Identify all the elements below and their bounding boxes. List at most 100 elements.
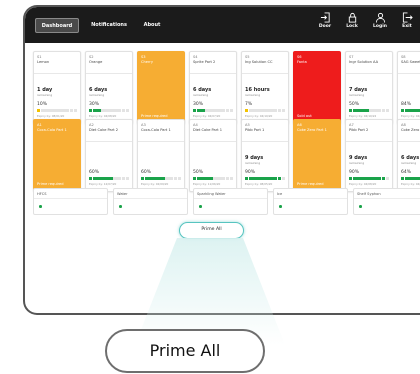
product-card[interactable]: A6 Coke Zero Part 1 Prime required bbox=[293, 119, 341, 192]
card-expiry: Expiry by: 08/01/20 bbox=[37, 114, 65, 118]
level-segment bbox=[157, 177, 161, 180]
level-segment bbox=[265, 177, 269, 180]
status-dot bbox=[279, 205, 282, 208]
product-card[interactable]: S2 Orange 6 days remaining 30% Expiry by: 04/… bbox=[85, 51, 133, 124]
card-remaining-label: remaining bbox=[245, 161, 261, 165]
card-slot-number: S2 bbox=[89, 55, 94, 59]
product-card[interactable]: A1 Coca-Cola Part 1 Prime required bbox=[33, 119, 81, 192]
card-header: A5 Pibb Part 1 bbox=[242, 120, 288, 142]
level-bar bbox=[245, 109, 286, 112]
level-segment bbox=[277, 177, 281, 180]
card-header: A1 Coca-Cola Part 1 bbox=[34, 120, 80, 142]
level-segment bbox=[369, 177, 373, 180]
level-segment bbox=[61, 109, 65, 112]
card-remaining-label: remaining bbox=[401, 161, 417, 165]
level-segment bbox=[213, 109, 217, 112]
level-segment bbox=[365, 177, 369, 180]
product-card[interactable]: A4 Diet Coke Part 1 50% Expiry by: 11/06/20 bbox=[189, 119, 237, 192]
card-product-name: Orange bbox=[89, 60, 103, 64]
level-segment bbox=[89, 177, 93, 180]
product-card[interactable]: A8Coke Zero Part 26 daysremaining64%Expi… bbox=[397, 119, 420, 192]
pump-label: HFCS bbox=[37, 192, 47, 196]
level-segment bbox=[97, 109, 101, 112]
card-slot-number: S5 bbox=[245, 55, 250, 59]
card-expiry: Expiry by: 11/06/20 bbox=[193, 182, 221, 186]
card-slot-number: A8 bbox=[401, 123, 406, 127]
card-remaining-label: remaining bbox=[193, 93, 209, 97]
exit-button[interactable]: Exit bbox=[394, 12, 420, 29]
level-segment bbox=[357, 109, 361, 112]
card-product-name: Lemon bbox=[37, 60, 50, 64]
level-segment bbox=[249, 177, 253, 180]
card-alert: Prime required bbox=[297, 182, 324, 186]
product-card[interactable]: A5 Pibb Part 19 days remaining 90% Expiry by… bbox=[241, 119, 289, 192]
card-percent: 50% bbox=[193, 170, 204, 175]
level-segment bbox=[405, 177, 409, 180]
product-card[interactable]: A3 Coca-Cola Part 1 60% Expiry by: 02/09/20 bbox=[137, 119, 185, 192]
lock-button[interactable]: Lock bbox=[339, 12, 365, 29]
door-label: Door bbox=[318, 24, 332, 29]
level-segment bbox=[373, 109, 377, 112]
divider bbox=[194, 198, 267, 199]
door-icon bbox=[320, 12, 330, 23]
status-dot bbox=[199, 205, 202, 208]
card-header: A4 Diet Coke Part 1 bbox=[190, 120, 236, 142]
level-segment bbox=[41, 109, 45, 112]
level-segment bbox=[413, 109, 417, 112]
pump-tile[interactable]: Shelf Syphon bbox=[353, 188, 420, 215]
level-segment bbox=[197, 177, 201, 180]
card-slot-number: S3 bbox=[141, 55, 146, 59]
pump-tile[interactable]: HFCS bbox=[33, 188, 108, 215]
card-remaining-label: remaining bbox=[245, 93, 261, 97]
product-card[interactable]: S3 Cherry Prime required bbox=[137, 51, 185, 124]
tab-about[interactable]: About bbox=[138, 18, 166, 33]
level-segment bbox=[45, 109, 49, 112]
card-slot-number: A7 bbox=[349, 123, 354, 127]
product-card[interactable]: A2 Diet Coke Part 2 60% Expiry by: 12/07/20 bbox=[85, 119, 133, 192]
prime-all-button[interactable]: Prime All bbox=[179, 222, 244, 239]
level-bar bbox=[401, 177, 420, 180]
product-card[interactable]: S6 Fanta Sold out bbox=[293, 51, 341, 124]
card-product-name: Coke Zero Part 2 bbox=[401, 128, 420, 132]
prime-all-button-zoomed[interactable]: Prime All bbox=[105, 329, 265, 373]
level-segment bbox=[217, 109, 221, 112]
product-card[interactable]: A7 Pibb Part 29 days remaining 90% Expiry by… bbox=[345, 119, 393, 192]
card-slot-number: A6 bbox=[297, 123, 302, 127]
tab-dashboard[interactable]: Dashboard bbox=[35, 18, 79, 33]
screen: Dashboard Notifications About Door Lock … bbox=[0, 0, 420, 374]
tab-notifications[interactable]: Notifications bbox=[87, 18, 131, 33]
product-card[interactable]: S8SAG Sweetener 84% Expiry by: 04/11/23 bbox=[397, 51, 420, 124]
pump-tile[interactable]: Sparkling Water bbox=[193, 188, 268, 215]
level-segment bbox=[245, 177, 249, 180]
level-segment bbox=[349, 109, 353, 112]
pump-label: Shelf Syphon bbox=[357, 192, 381, 196]
level-segment bbox=[377, 177, 381, 180]
pump-tile[interactable]: Ice bbox=[273, 188, 348, 215]
level-segment bbox=[381, 177, 385, 180]
level-segment bbox=[273, 109, 277, 112]
level-segment bbox=[53, 109, 57, 112]
product-card[interactable]: S7 Ingr Solution AA 7 days remaining 50% Expi… bbox=[345, 51, 393, 124]
level-segment bbox=[245, 109, 249, 112]
pump-tile[interactable]: Water bbox=[113, 188, 188, 215]
card-expiry: Expiry by: 04/07/20 bbox=[193, 114, 221, 118]
card-header: A7 Pibb Part 2 bbox=[346, 120, 392, 142]
card-header: S2 Orange bbox=[86, 52, 132, 74]
login-button[interactable]: Login bbox=[367, 12, 393, 29]
level-segment bbox=[261, 109, 265, 112]
level-bar bbox=[245, 177, 286, 180]
product-card[interactable]: S4 Sprite Part 26 days remaining 30% Expiry … bbox=[189, 51, 237, 124]
card-product-name: Pibb Part 2 bbox=[349, 128, 369, 132]
level-segment bbox=[229, 177, 234, 180]
level-segment bbox=[125, 109, 130, 112]
level-segment bbox=[277, 109, 281, 112]
level-segment bbox=[113, 177, 117, 180]
door-button[interactable]: Door bbox=[312, 12, 338, 29]
product-card[interactable]: S1 Lemon 1 day remaining 10% Expiry by: 08/01… bbox=[33, 51, 81, 124]
level-segment bbox=[253, 109, 257, 112]
level-segment bbox=[373, 177, 377, 180]
level-segment bbox=[101, 109, 105, 112]
level-bar bbox=[89, 109, 130, 112]
card-remaining-label: remaining bbox=[349, 161, 365, 165]
product-card[interactable]: S5 Ing Solution CC 16 hours remaining 7% Expi… bbox=[241, 51, 289, 124]
